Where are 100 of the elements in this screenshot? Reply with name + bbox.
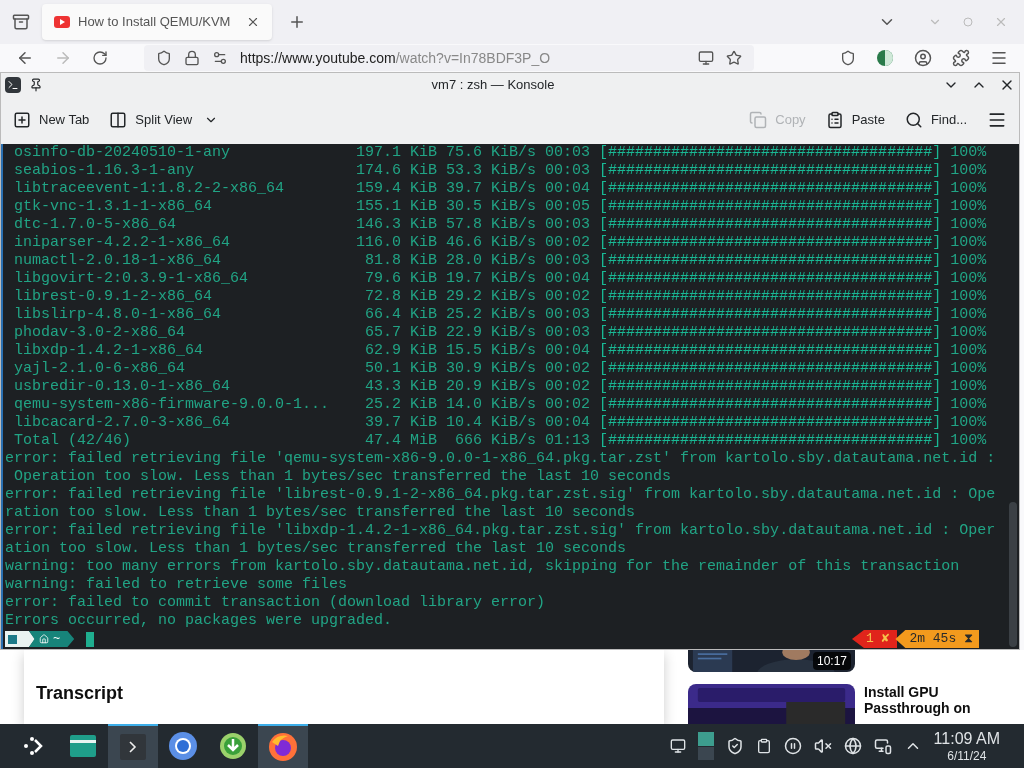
progress-text: [####################################] [599,414,942,432]
percent-text: 100% [950,216,987,234]
muted-volume-icon[interactable] [813,737,832,755]
log-line: error: failed retrieving file 'librest-0.9.1-2-x86_64.pkg.tar.zst.sig' from kartolo.sby.datautama.net.id : Ope [5,486,996,503]
transcript-heading: Transcript [36,683,124,703]
display-icon[interactable] [669,738,686,754]
percent-text: 100% [950,360,987,378]
percent-text: 100% [950,306,987,324]
elapsed-time: 00:03 [545,252,591,270]
log-line: warning: too many errors from kartolo.sby.datautama.net.id, skipping for the remainder of this transaction [5,558,960,575]
download-rate: 75.6 KiB/s [445,144,537,162]
package-size: 174.6 KiB [355,162,438,180]
pin-icon[interactable] [29,77,43,92]
download-rate: 20.9 KiB/s [445,378,537,396]
package-size: 79.6 KiB [364,270,438,288]
log-line: error: failed to commit transaction (download library error) [5,594,546,611]
download-rate: 29.2 KiB/s [445,288,537,306]
elapsed-time: 00:03 [545,306,591,324]
package-name: numactl-2.0.18-1-x86_64 [14,252,223,270]
log-line: error: failed retrieving file 'libxdp-1.4.2-1-x86_64.pkg.tar.zst.sig' from kartolo.sby.datautama.net.id : Oper [5,522,996,539]
package-name: qemu-system-x86-firmware-9.0.0-1... [14,396,331,414]
back-icon[interactable] [16,49,34,67]
log-line: ation too slow. Less than 1 bytes/sec transferred the last 10 seconds [5,540,627,557]
elapsed-time: 00:04 [545,342,591,360]
cursor [86,631,95,647]
elapsed-time: 00:03 [545,216,591,234]
package-size: 50.1 KiB [364,360,438,378]
duration-badge: 10:17 [812,652,851,670]
percent-text: 100% [950,342,987,360]
workspace-pager[interactable] [697,732,714,760]
percent-text: 100% [950,162,987,180]
log-line: error: failed retrieving file 'qemu-system-x86-9.0.0-1-x86_64.pkg.tar.zst' from kartolo.sby.datautama.net.id : [5,450,996,467]
address-bar[interactable]: https://www.youtube.com/watch?v=In78BDF3P_O [144,45,754,71]
download-rate: 19.7 KiB/s [445,270,537,288]
tab-list-icon[interactable] [12,13,30,31]
copy-icon [749,111,768,129]
progress-text: [####################################] [599,180,942,198]
download-rate: 57.8 KiB/s [445,216,537,234]
account-icon[interactable] [914,49,932,67]
extensions-icon[interactable] [952,49,970,67]
package-size: 66.4 KiB [364,306,438,324]
toolbar-button[interactable]: Find... [904,110,967,130]
progress-text: [####################################] [599,252,942,270]
download-rate: 28.0 KiB/s [445,252,537,270]
log-line: Errors occurred, no packages were upgraded. [5,612,393,629]
progress-text: [####################################] [599,324,942,342]
launcher-icon [21,734,45,758]
elapsed-time: 01:13 [545,432,591,450]
clock[interactable]: 11:09 AM 6/11/24 [933,728,1000,764]
firefox-icon [268,732,298,762]
percent-text: 100% [950,396,987,414]
percent-text: 100% [950,144,987,162]
menu-icon[interactable] [990,49,1008,67]
download-rate: 10.4 KiB/s [445,414,537,432]
percent-text: 100% [950,414,987,432]
close-tab-icon[interactable] [246,15,260,29]
elapsed-time: 00:04 [545,270,591,288]
toolbar-button[interactable]: Split View [109,110,219,130]
percent-text: 100% [950,252,987,270]
media-icon[interactable] [783,737,802,755]
package-size: 43.3 KiB [364,378,438,396]
download-rate: 14.0 KiB/s [445,396,537,414]
package-name: libslirp-4.8.0-1-x86_64 [14,306,223,324]
package-name: iniparser-4.2.2-1-x86_64 [14,234,232,252]
network-icon[interactable] [843,737,862,755]
percent-text: 100% [950,288,987,306]
os-segment [5,631,35,647]
percent-text: 100% [950,180,987,198]
lock-icon [184,50,200,66]
home-icon [39,634,49,644]
shield-icon[interactable] [725,737,744,755]
tab-title: How to Install QEMU/KVM [78,13,232,32]
package-name: gtk-vnc-1.3.1-1-x86_64 [14,198,214,216]
progress-text: [####################################] [599,396,942,414]
download-rate: 22.9 KiB/s [445,324,537,342]
percent-text: 100% [950,324,987,342]
terminal-icon [5,76,21,93]
toolbar-button[interactable]: Paste [825,110,885,130]
video-title[interactable]: Install GPU Passthrough on [864,684,974,724]
bookmark-icon[interactable] [726,50,742,66]
extension-icon[interactable] [876,49,894,67]
scrollbar[interactable] [1009,502,1017,647]
percent-text: 100% [950,234,987,252]
clipboard-icon[interactable] [755,738,772,754]
clock-date: 6/11/24 [947,748,987,764]
devices-icon[interactable] [873,737,892,755]
package-size: 146.3 KiB [355,216,438,234]
reload-icon[interactable] [92,50,108,66]
log-line: ration too slow. Less than 1 bytes/sec transferred the last 10 seconds [5,504,636,521]
exit-status-segment: 1 ✘ [851,630,898,648]
menu-icon[interactable] [987,110,1007,130]
percent-text: 100% [950,198,987,216]
elapsed-time: 00:02 [545,378,591,396]
progress-text: [####################################] [599,288,942,306]
toolbar-button[interactable]: New Tab [13,110,90,130]
package-size: 72.8 KiB [364,288,438,306]
elapsed-time: 00:04 [545,180,591,198]
browser-tab[interactable]: How to Install QEMU/KVM [42,4,272,40]
package-size: 47.4 MiB [364,432,438,450]
new-tab-icon[interactable] [288,13,306,31]
